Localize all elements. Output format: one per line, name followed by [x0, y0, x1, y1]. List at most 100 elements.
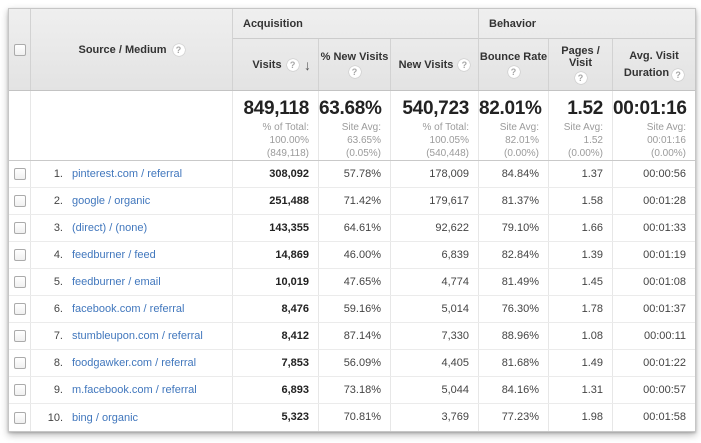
row-checkbox[interactable]	[14, 330, 26, 342]
help-icon[interactable]: ?	[458, 59, 470, 71]
row-checkbox-cell	[9, 161, 31, 187]
bounce-rate-value: 81.49%	[479, 269, 549, 295]
column-header-new-visits[interactable]: New Visits ?	[391, 39, 479, 90]
help-icon[interactable]: ?	[575, 72, 587, 84]
summary-pages-visit: 1.52 Site Avg: 1.52 (0.00%)	[549, 91, 613, 160]
source-medium-link[interactable]: feedburner / feed	[72, 249, 156, 261]
source-medium-cell: 9. m.facebook.com / referral	[31, 377, 233, 403]
select-all-checkbox[interactable]	[14, 44, 26, 56]
pct-new-visits-label: % New Visits	[321, 51, 389, 63]
table-row: 10. bing / organic 5,323 70.81% 3,769 77…	[9, 404, 695, 431]
column-header-source-medium[interactable]: Source / Medium ?	[31, 9, 233, 90]
visits-value: 14,869	[233, 242, 319, 268]
table-row: 2. google / organic 251,488 71.42% 179,6…	[9, 188, 695, 215]
source-medium-cell: 1. pinterest.com / referral	[31, 161, 233, 187]
visits-value: 8,476	[233, 296, 319, 322]
pages-visit-value: 1.66	[549, 215, 613, 241]
pct-new-visits-value: 59.16%	[319, 296, 391, 322]
row-checkbox[interactable]	[14, 195, 26, 207]
new-visits-value: 6,839	[391, 242, 479, 268]
row-checkbox-cell	[9, 377, 31, 403]
pages-visit-value: 1.08	[549, 323, 613, 349]
avg-duration-value: 00:01:08	[613, 269, 695, 295]
source-medium-cell: 2. google / organic	[31, 188, 233, 214]
row-checkbox[interactable]	[14, 276, 26, 288]
column-header-visits[interactable]: Visits ? ↓	[233, 39, 319, 90]
source-medium-cell: 3. (direct) / (none)	[31, 215, 233, 241]
source-medium-link[interactable]: bing / organic	[72, 412, 138, 424]
select-all-cell	[9, 9, 31, 90]
column-header-pct-new-visits[interactable]: % New Visits ?	[319, 39, 391, 90]
visits-value: 10,019	[233, 269, 319, 295]
group-header-behavior: Behavior	[479, 9, 695, 39]
table-row: 7. stumbleupon.com / referral 8,412 87.1…	[9, 323, 695, 350]
help-icon[interactable]: ?	[508, 66, 520, 78]
source-medium-link[interactable]: feedburner / email	[72, 276, 161, 288]
row-rank: 4.	[31, 249, 63, 261]
summary-visits-subtext: % of Total: 100.00% (849,118)	[233, 121, 309, 160]
summary-pct-new-subtext: Site Avg: 63.65% (0.05%)	[319, 121, 381, 160]
source-medium-link[interactable]: facebook.com / referral	[72, 303, 185, 315]
help-icon[interactable]: ?	[672, 69, 684, 81]
source-medium-link[interactable]: google / organic	[72, 195, 150, 207]
summary-empty-cell	[9, 91, 31, 160]
new-visits-value: 92,622	[391, 215, 479, 241]
table-row: 8. foodgawker.com / referral 7,853 56.09…	[9, 350, 695, 377]
bounce-rate-value: 84.16%	[479, 377, 549, 403]
pct-new-visits-value: 57.78%	[319, 161, 391, 187]
help-icon[interactable]: ?	[349, 66, 361, 78]
visits-value: 251,488	[233, 188, 319, 214]
row-checkbox-cell	[9, 296, 31, 322]
bounce-rate-value: 77.23%	[479, 404, 549, 431]
bounce-rate-value: 88.96%	[479, 323, 549, 349]
summary-bounce-rate: 82.01% Site Avg: 82.01% (0.00%)	[479, 91, 549, 160]
column-header-bounce-rate[interactable]: Bounce Rate ?	[479, 39, 549, 90]
row-checkbox[interactable]	[14, 357, 26, 369]
sort-descending-icon[interactable]: ↓	[304, 57, 311, 73]
row-checkbox[interactable]	[14, 249, 26, 261]
visits-value: 8,412	[233, 323, 319, 349]
table-row: 1. pinterest.com / referral 308,092 57.7…	[9, 161, 695, 188]
column-header-avg-duration[interactable]: Avg. Visit Duration?	[613, 39, 695, 90]
row-rank: 10.	[31, 412, 63, 424]
source-medium-cell: 4. feedburner / feed	[31, 242, 233, 268]
row-checkbox[interactable]	[14, 412, 26, 424]
avg-duration-value: 00:01:22	[613, 350, 695, 376]
new-visits-label: New Visits	[399, 59, 454, 71]
pct-new-visits-value: 56.09%	[319, 350, 391, 376]
summary-duration-subtext: Site Avg: 00:01:16 (0.00%)	[613, 121, 686, 160]
help-icon[interactable]: ?	[173, 44, 185, 56]
summary-pct-new-value: 63.68%	[319, 99, 381, 119]
table-row: 4. feedburner / feed 14,869 46.00% 6,839…	[9, 242, 695, 269]
pages-visit-value: 1.37	[549, 161, 613, 187]
source-medium-link[interactable]: m.facebook.com / referral	[72, 384, 197, 396]
row-checkbox-cell	[9, 404, 31, 431]
source-medium-cell: 5. feedburner / email	[31, 269, 233, 295]
visits-value: 143,355	[233, 215, 319, 241]
summary-new-visits: 540,723 % of Total: 100.05% (540,448)	[391, 91, 479, 160]
source-medium-cell: 8. foodgawker.com / referral	[31, 350, 233, 376]
source-medium-link[interactable]: foodgawker.com / referral	[72, 357, 196, 369]
bounce-rate-value: 82.84%	[479, 242, 549, 268]
avg-duration-value: 00:01:37	[613, 296, 695, 322]
table-row: 9. m.facebook.com / referral 6,893 73.18…	[9, 377, 695, 404]
column-header-pages-visit[interactable]: Pages / Visit ?	[549, 39, 613, 90]
new-visits-value: 5,014	[391, 296, 479, 322]
source-medium-link[interactable]: pinterest.com / referral	[72, 168, 182, 180]
row-rank: 3.	[31, 222, 63, 234]
source-medium-link[interactable]: (direct) / (none)	[72, 222, 147, 234]
pages-visit-value: 1.31	[549, 377, 613, 403]
row-checkbox[interactable]	[14, 384, 26, 396]
help-icon[interactable]: ?	[287, 59, 299, 71]
visits-value: 5,323	[233, 404, 319, 431]
source-medium-link[interactable]: stumbleupon.com / referral	[72, 330, 203, 342]
row-checkbox[interactable]	[14, 222, 26, 234]
row-checkbox-cell	[9, 242, 31, 268]
avg-duration-value: 00:01:33	[613, 215, 695, 241]
bounce-rate-value: 81.68%	[479, 350, 549, 376]
row-checkbox[interactable]	[14, 303, 26, 315]
bounce-rate-value: 84.84%	[479, 161, 549, 187]
pages-visit-value: 1.45	[549, 269, 613, 295]
table-header: Source / Medium ? Acquisition Behavior V…	[9, 9, 695, 91]
row-checkbox[interactable]	[14, 168, 26, 180]
